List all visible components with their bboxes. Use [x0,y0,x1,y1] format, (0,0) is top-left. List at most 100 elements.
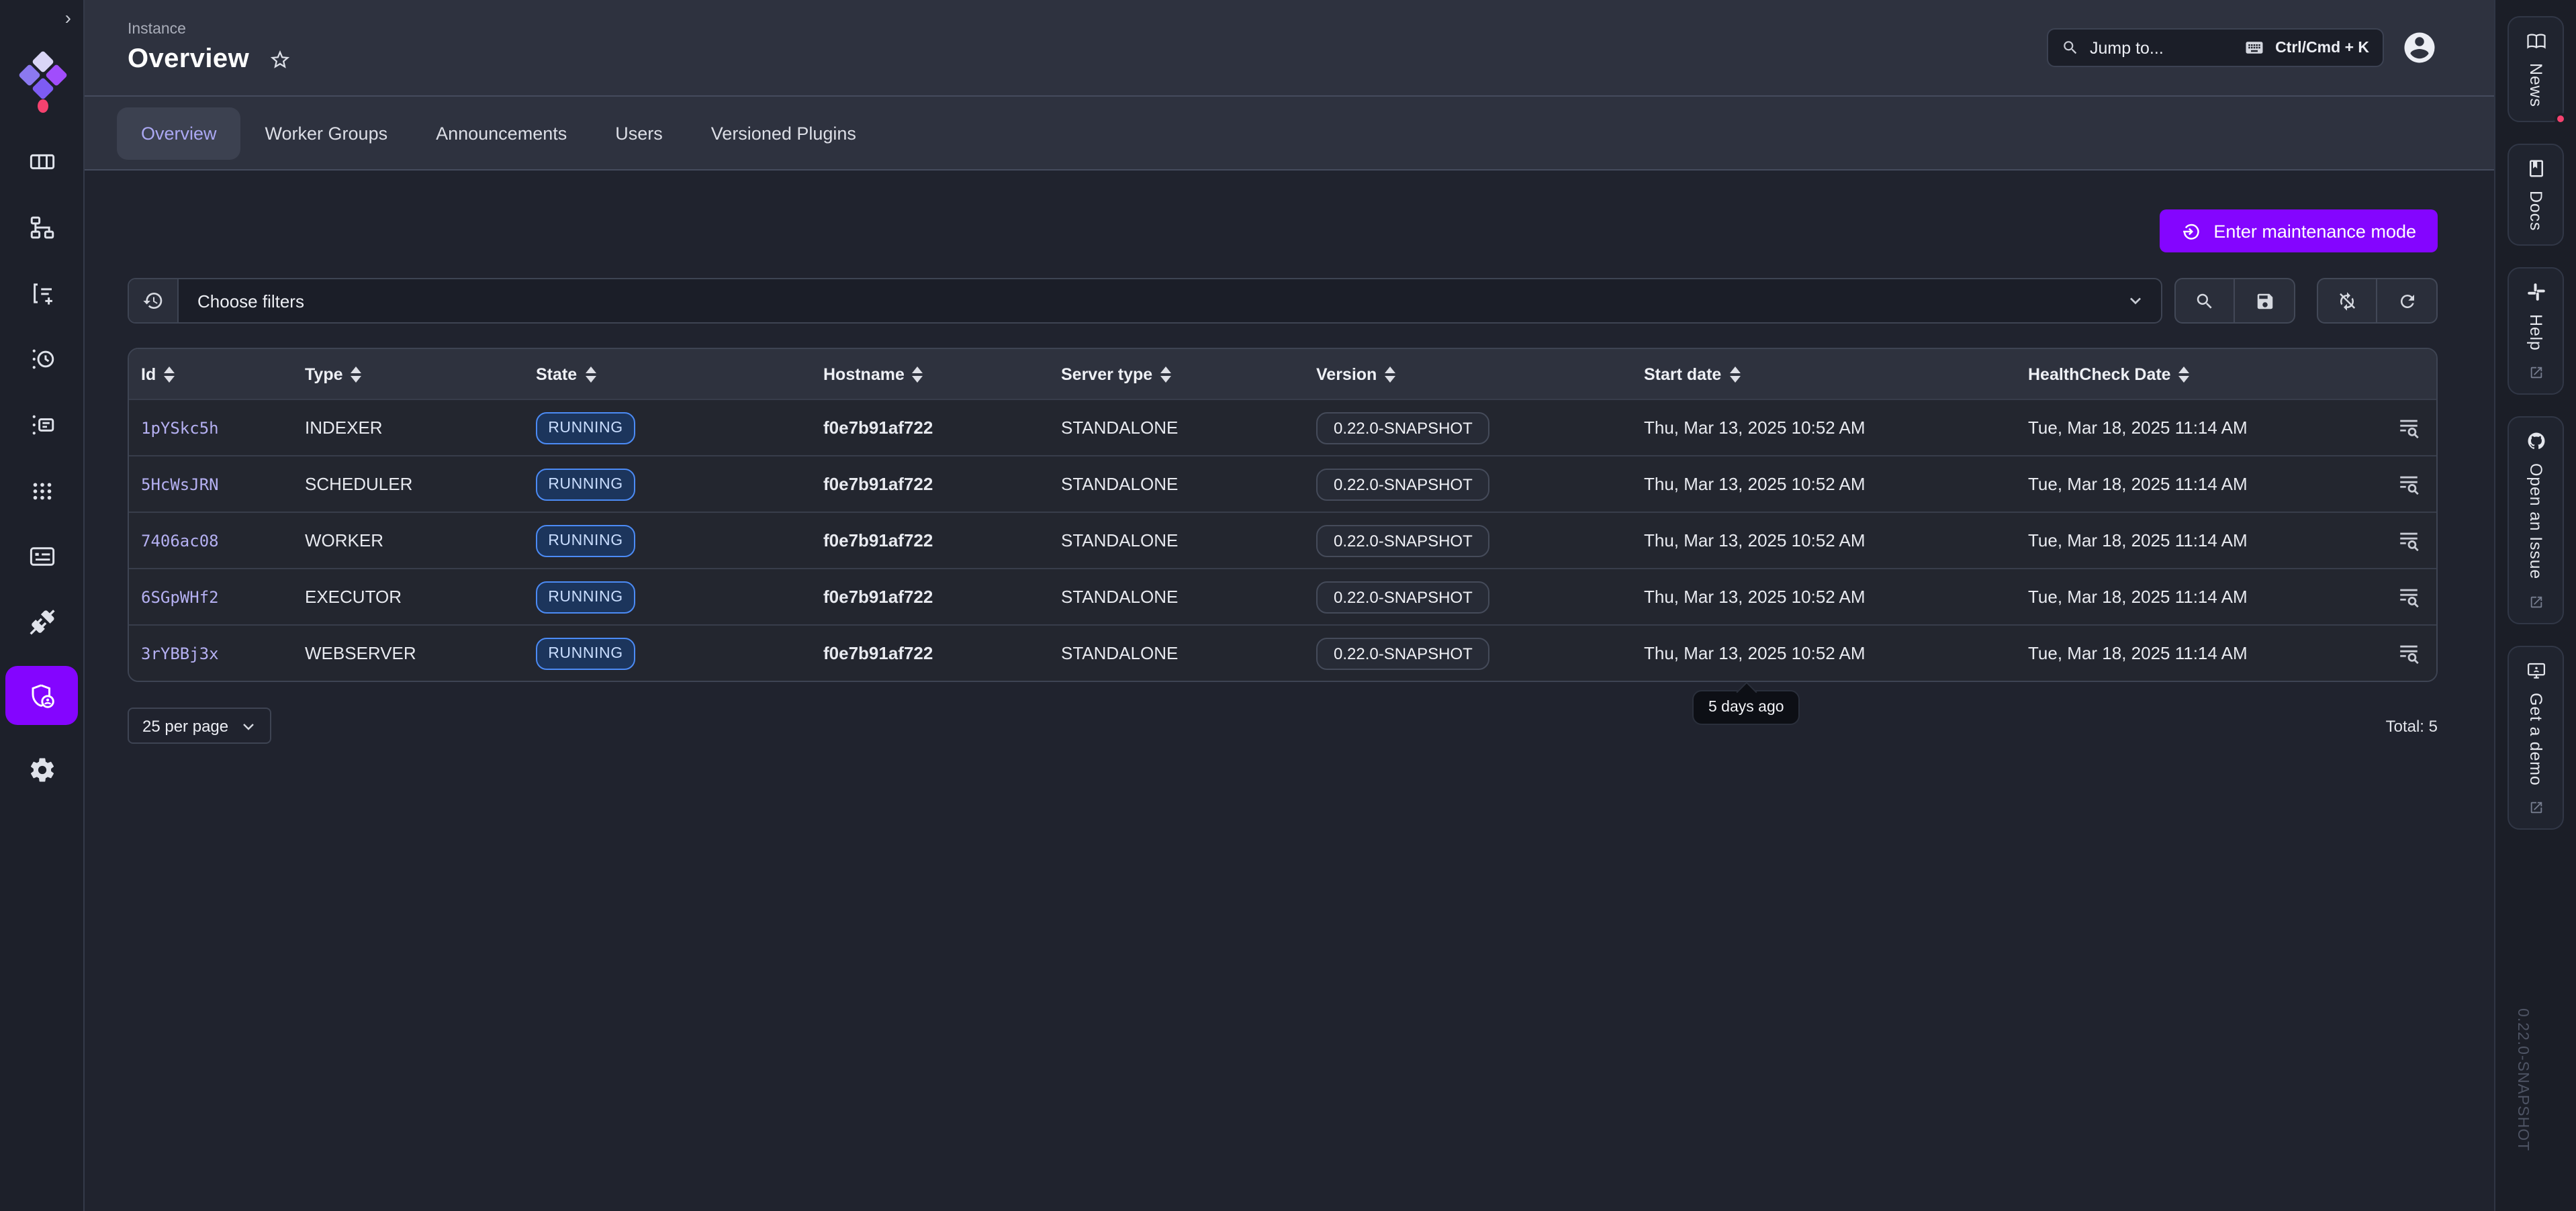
sidebar-item-flows[interactable] [5,205,78,248]
list-plus-icon [28,279,56,307]
row-details-icon[interactable] [2397,585,2420,608]
shield-account-icon [28,681,56,710]
filter-history-button[interactable] [129,279,179,322]
sync-off-icon [2337,291,2357,311]
start-date-cell: Thu, Mar 13, 2025 10:52 AM [1644,418,2028,438]
server-id-link[interactable]: 6SGpWHf2 [141,587,305,606]
sidebar-item-administration[interactable] [5,666,78,725]
user-avatar-button[interactable] [2401,30,2438,66]
server-id-link[interactable]: 7406ac08 [141,531,305,550]
sidebar-item-plugins[interactable] [5,600,78,643]
tab-users[interactable]: Users [591,107,687,159]
sort-icon [1160,366,1171,382]
sidebar-item-executions[interactable] [5,271,78,314]
rail-tab-get-a-demo[interactable]: Get a demo [2508,646,2564,830]
tab-worker-groups[interactable]: Worker Groups [241,107,412,159]
column-header-hostname[interactable]: Hostname [823,365,1061,383]
favorite-star-icon[interactable] [268,48,291,70]
app-version: 0.22.0-SNAPSHOT [2514,1009,2530,1152]
jump-to-placeholder: Jump to... [2090,38,2164,57]
hostname-cell: f0e7b91af722 [823,530,1061,550]
chevron-down-icon[interactable] [2125,290,2146,311]
sort-icon [1729,366,1740,382]
sidebar-item-logs[interactable] [5,337,78,380]
refresh-button[interactable] [2377,278,2438,324]
hostname-cell: f0e7b91af722 [823,587,1061,607]
sidebar-item-tests[interactable] [5,403,78,446]
filter-placeholder: Choose filters [197,291,304,311]
rail-tab-help[interactable]: Help [2508,267,2564,395]
search-icon [2062,39,2079,56]
save-filter-button[interactable] [2235,278,2295,324]
history-icon [142,290,164,311]
sidebar-item-settings[interactable] [5,748,78,791]
sidebar-expand-chevron-icon[interactable]: › [65,8,71,27]
jump-to-search[interactable]: Jump to... Ctrl/Cmd + K [2047,28,2384,67]
gear-icon [28,755,56,783]
server-id-link[interactable]: 1pYSkc5h [141,418,305,437]
sidebar-item-blueprints[interactable] [5,469,78,512]
version-badge: 0.22.0-SNAPSHOT [1316,468,1490,500]
server-type-cell: WORKER [305,530,536,550]
table-row: 3rYBBj3x WEBSERVER RUNNING f0e7b91af722 … [129,624,2436,681]
sort-icon [1385,366,1395,382]
table-row: 5HcWsJRN SCHEDULER RUNNING f0e7b91af722 … [129,455,2436,512]
sort-icon [585,366,596,382]
kestra-logo[interactable] [17,54,68,102]
server-type-cell: SCHEDULER [305,474,536,494]
column-header-healthcheck-date[interactable]: HealthCheck Date [2028,365,2393,383]
left-sidebar: › [0,0,85,1211]
slack-icon [2526,282,2546,302]
server-mode-cell: STANDALONE [1061,530,1316,550]
search-button[interactable] [2174,278,2235,324]
page-title: Overview [128,44,249,75]
start-date-cell: Thu, Mar 13, 2025 10:52 AM [1644,530,2028,550]
column-header-id[interactable]: Id [141,365,305,383]
logo-pink-dot [38,99,48,113]
column-header-server-type[interactable]: Server type [1061,365,1316,383]
file-tree-icon [28,213,56,241]
column-header-state[interactable]: State [536,365,823,383]
main-area: Instance Overview Jump to... Ctrl/Cmd + … [85,0,2494,1211]
filter-bar: Choose filters [128,278,2438,324]
rail-tab-label: Help [2526,314,2545,351]
row-details-icon[interactable] [2397,642,2420,665]
column-header-type[interactable]: Type [305,365,536,383]
filter-input[interactable]: Choose filters [128,278,2162,324]
row-details-icon[interactable] [2397,416,2420,439]
hostname-cell: f0e7b91af722 [823,643,1061,663]
version-badge: 0.22.0-SNAPSHOT [1316,524,1490,556]
version-badge: 0.22.0-SNAPSHOT [1316,637,1490,669]
external-link-icon [2528,800,2543,815]
book-icon [2526,158,2546,179]
version-badge: 0.22.0-SNAPSHOT [1316,581,1490,613]
enter-maintenance-mode-button[interactable]: Enter maintenance mode [2160,209,2438,252]
sidebar-item-namespaces[interactable] [5,534,78,577]
tab-overview[interactable]: Overview [117,107,241,159]
rail-tab-open-an-issue[interactable]: Open an Issue [2508,417,2564,624]
book-open-icon [2526,31,2546,51]
top-bar: Instance Overview Jump to... Ctrl/Cmd + … [85,0,2494,97]
sidebar-item-dashboards[interactable] [5,140,78,183]
column-header-start-date[interactable]: Start date [1644,365,2028,383]
auto-refresh-off-button[interactable] [2317,278,2377,324]
rail-tab-docs[interactable]: Docs [2508,144,2564,246]
row-details-icon[interactable] [2397,473,2420,495]
timeline-clock-icon [28,344,56,373]
server-id-link[interactable]: 3rYBBj3x [141,644,305,663]
tab-announcements[interactable]: Announcements [412,107,591,159]
total-count: Total: 5 [2386,716,2438,735]
tab-versioned-plugins[interactable]: Versioned Plugins [687,107,880,159]
version-badge: 0.22.0-SNAPSHOT [1316,411,1490,444]
column-header-version[interactable]: Version [1316,365,1644,383]
table-row: 6SGpWHf2 EXECUTOR RUNNING f0e7b91af722 S… [129,568,2436,624]
keyboard-icon [2244,38,2264,58]
rail-tab-news[interactable]: News [2508,16,2564,122]
row-details-icon[interactable] [2397,529,2420,552]
healthcheck-date-cell: Tue, Mar 18, 2025 11:14 AM [2028,643,2393,663]
state-badge: RUNNING [536,468,635,500]
table-row: 7406ac08 WORKER RUNNING f0e7b91af722 STA… [129,512,2436,568]
start-date-cell: Thu, Mar 13, 2025 10:52 AM [1644,643,2028,663]
per-page-select[interactable]: 25 per page [128,708,271,744]
server-id-link[interactable]: 5HcWsJRN [141,475,305,493]
